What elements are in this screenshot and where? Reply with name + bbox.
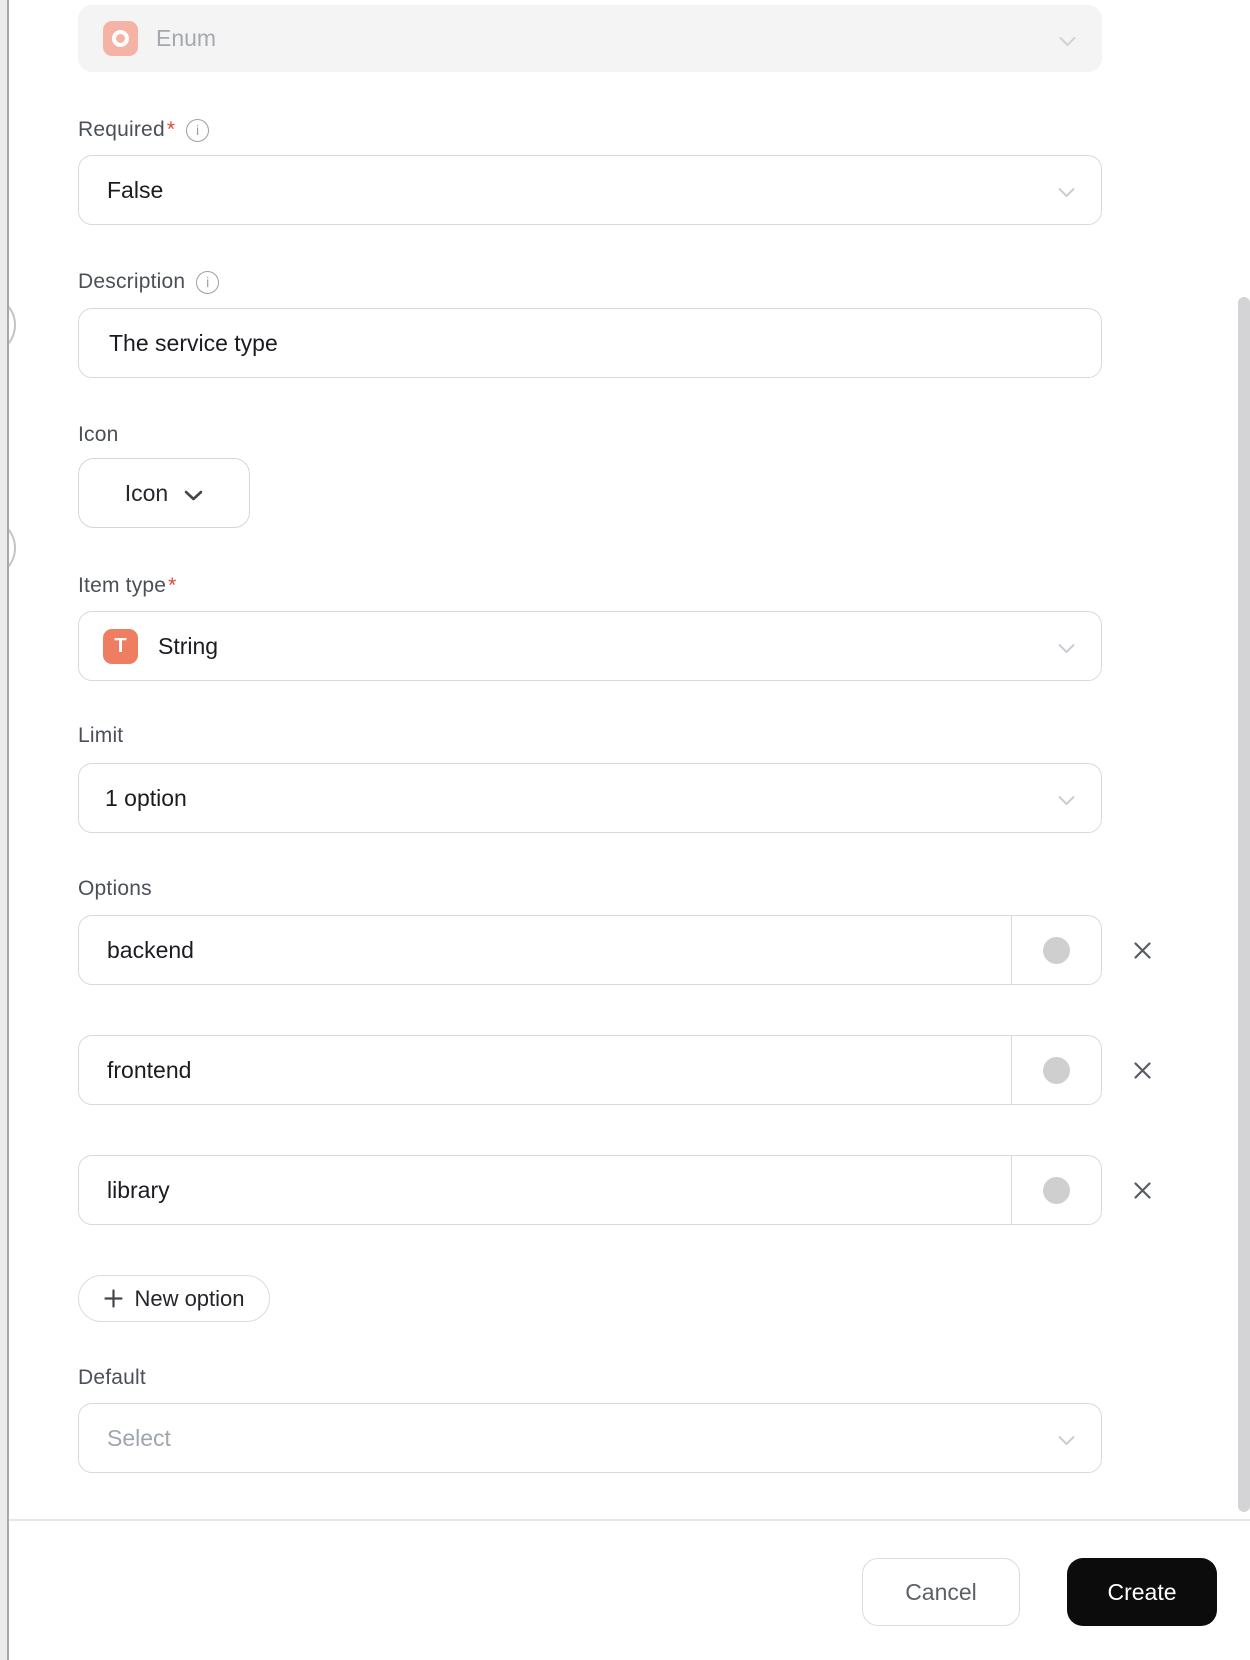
icon-label: Icon: [78, 423, 119, 446]
create-button[interactable]: Create: [1067, 1558, 1217, 1626]
chevron-down-icon: [1058, 633, 1075, 660]
description-field: [78, 308, 1102, 378]
info-icon[interactable]: i: [186, 118, 210, 142]
vertical-scrollbar-thumb[interactable]: [1238, 297, 1250, 1512]
close-icon: [1133, 1181, 1151, 1199]
option-row: [78, 915, 1151, 985]
field-type-value: Enum: [156, 25, 217, 51]
option-value-input[interactable]: [79, 1036, 1011, 1104]
option-color-picker[interactable]: [1011, 1156, 1101, 1224]
enum-icon: [103, 21, 138, 56]
limit-value: 1 option: [105, 784, 187, 811]
chevron-down-icon: [184, 480, 203, 507]
color-swatch-icon: [1043, 1056, 1070, 1084]
icon-label-row: Icon: [78, 420, 119, 450]
default-label: Default: [78, 1366, 146, 1389]
limit-select[interactable]: 1 option: [78, 763, 1102, 833]
close-icon: [1133, 1061, 1151, 1079]
options-label: Options: [78, 877, 152, 900]
default-select[interactable]: Select: [78, 1403, 1102, 1473]
option-value-input[interactable]: [79, 916, 1011, 984]
string-type-icon: T: [103, 628, 138, 664]
required-select[interactable]: False: [78, 155, 1102, 225]
description-input[interactable]: [79, 309, 1101, 377]
info-glyph: i: [196, 122, 200, 138]
left-edge-border: [7, 0, 9, 1660]
close-icon: [1133, 941, 1151, 959]
item-type-label: Item type: [78, 574, 167, 597]
item-type-value: String: [158, 632, 219, 659]
required-value: False: [107, 176, 164, 203]
remove-option-button[interactable]: [1122, 930, 1162, 970]
chevron-down-icon: [1058, 177, 1075, 204]
option-color-picker[interactable]: [1011, 916, 1101, 984]
limit-label: Limit: [78, 724, 124, 747]
field-type-select: Enum: [78, 5, 1102, 72]
item-type-label-row: Item type *: [78, 571, 177, 601]
default-label-row: Default: [78, 1363, 146, 1393]
required-label: Required: [78, 118, 165, 141]
left-edge-strip: [0, 0, 7, 1660]
new-option-button[interactable]: New option: [78, 1275, 270, 1322]
chevron-down-icon: [1058, 1425, 1075, 1452]
cancel-button[interactable]: Cancel: [862, 1558, 1020, 1626]
new-option-label: New option: [134, 1285, 245, 1311]
option-row: [78, 1035, 1151, 1105]
icon-picker-label: Icon: [124, 479, 169, 506]
option-row: [78, 1155, 1151, 1225]
string-type-letter: T: [114, 634, 127, 657]
item-type-select[interactable]: T String: [78, 611, 1102, 681]
option-value-input[interactable]: [79, 1156, 1011, 1224]
plus-icon: [104, 1289, 124, 1308]
chevron-down-icon: [1058, 785, 1075, 812]
description-label: Description: [78, 270, 186, 293]
info-glyph: i: [206, 274, 210, 290]
option-input-group: [78, 1155, 1102, 1225]
info-icon[interactable]: i: [196, 270, 220, 294]
default-placeholder: Select: [107, 1424, 171, 1451]
chevron-down-icon: [1059, 25, 1076, 52]
option-input-group: [78, 915, 1102, 985]
remove-option-button[interactable]: [1122, 1050, 1162, 1090]
description-label-row: Description i: [78, 267, 220, 297]
required-asterisk: *: [166, 118, 176, 141]
option-input-group: [78, 1035, 1102, 1105]
enum-ring-glyph: [112, 30, 129, 47]
create-field-dialog: Enum Required* i False Description i Ico…: [0, 0, 1250, 1660]
limit-label-row: Limit: [78, 721, 123, 751]
color-swatch-icon: [1043, 1176, 1070, 1204]
required-label-row: Required * i: [78, 115, 210, 145]
remove-option-button[interactable]: [1122, 1170, 1162, 1210]
options-label-row: Options: [78, 874, 152, 904]
item-type-asterisk: *: [168, 574, 177, 597]
footer-divider: [0, 1519, 1250, 1521]
option-color-picker[interactable]: [1011, 1036, 1101, 1104]
color-swatch-icon: [1043, 936, 1070, 964]
icon-picker-button[interactable]: Icon: [78, 458, 250, 528]
